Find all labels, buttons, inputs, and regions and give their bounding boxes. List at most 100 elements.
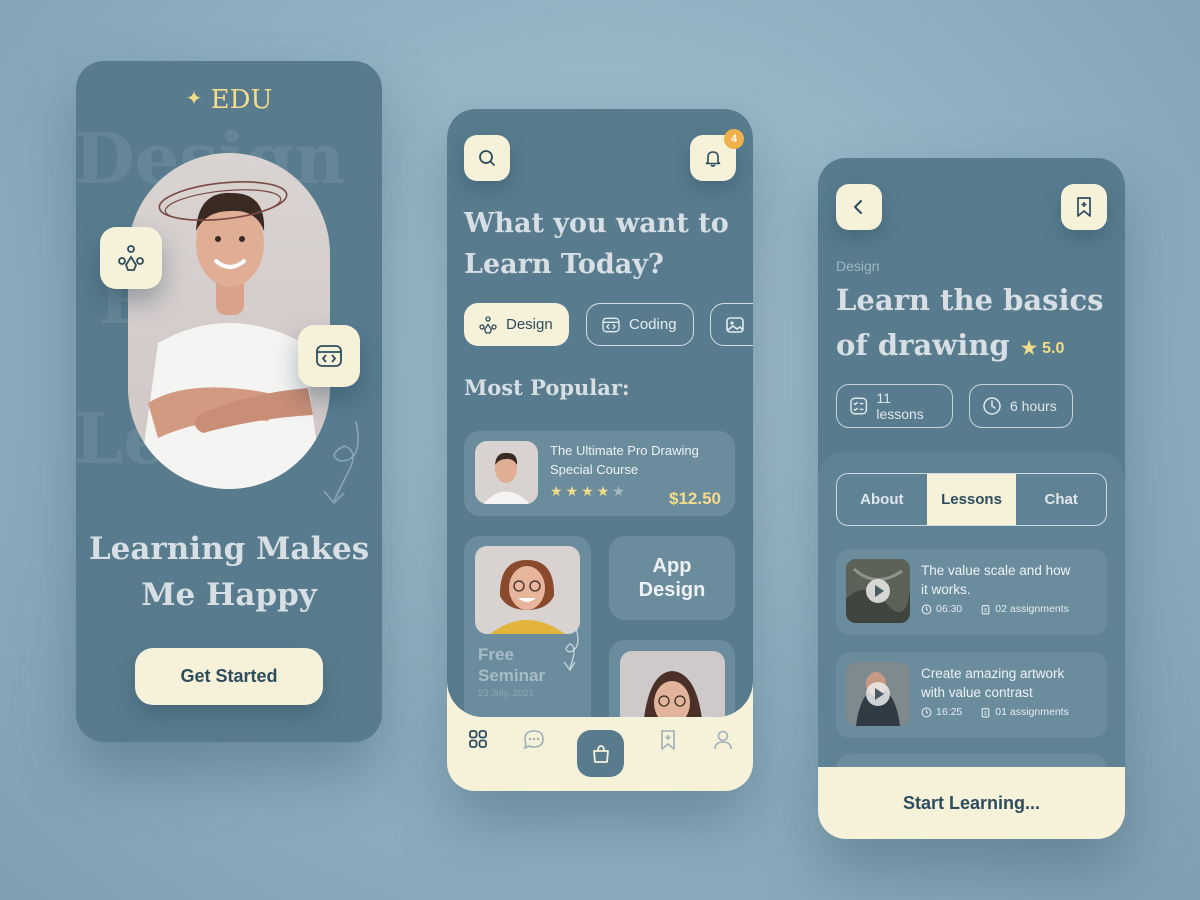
lesson-assignments: 02 assignments [995, 603, 1069, 615]
back-button[interactable] [836, 184, 882, 230]
lesson-title-line-2: with value contrast [921, 685, 1033, 700]
bookmark-button[interactable] [1061, 184, 1107, 230]
start-learning-button[interactable]: Start Learning... [818, 767, 1125, 839]
chat-icon [523, 730, 544, 750]
lesson-meta: 16:25 01 assignments [921, 706, 1069, 718]
woman-glasses-photo [644, 671, 702, 717]
home-content: 4 What you want to Learn Today? Design C… [447, 109, 753, 717]
lessons-count-label: 11 lessons [876, 390, 924, 422]
course-category: Design [836, 258, 880, 274]
hours-pill: 6 hours [969, 384, 1073, 428]
lessons-count-pill: 11 lessons [836, 384, 953, 428]
course-title-line-1: Learn the basics [836, 283, 1104, 317]
bag-icon [592, 744, 609, 763]
arrow-doodle [563, 628, 579, 672]
clipboard-icon [981, 604, 990, 614]
image-icon [726, 316, 744, 333]
lesson-duration: 16:25 [936, 706, 963, 718]
lesson-title-line-1: The value scale and how [921, 563, 1071, 578]
search-button[interactable] [464, 135, 510, 181]
code-window-icon [316, 345, 342, 367]
onboarding-screen: Design Pli Le ✦ EDU [76, 61, 382, 742]
app-design-line-1: App [652, 555, 692, 577]
checklist-icon [850, 397, 868, 415]
woman-photo [490, 560, 565, 634]
chevron-left-icon [854, 200, 862, 214]
lesson-duration: 06:30 [936, 603, 963, 615]
nav-bookmarks[interactable] [655, 729, 681, 751]
nav-shop[interactable] [577, 730, 624, 777]
notification-count-badge: 4 [724, 129, 744, 149]
course-title-line-2: Special Course [550, 462, 639, 477]
section-title-most-popular: Most Popular: [464, 375, 630, 400]
star-empty-icon: ★ [612, 483, 625, 499]
design-float-badge [100, 227, 162, 289]
star-filled-icon: ★ [550, 483, 563, 499]
lesson-title-line-1: Create amazing artwork [921, 666, 1065, 681]
lesson-title: Create amazing artwork with value contra… [921, 664, 1097, 702]
star-icon: ★ [1021, 338, 1038, 358]
course-thumbnail [475, 441, 538, 504]
logo-text: EDU [210, 85, 273, 115]
star-filled-icon: ★ [596, 483, 610, 499]
popular-course-card[interactable]: The Ultimate Pro Drawing Special Course … [464, 431, 735, 516]
hours-label: 6 hours [1010, 398, 1057, 414]
profile-icon [714, 730, 732, 750]
course-detail-screen: Design Learn the basics of drawing ★ 5.0… [818, 158, 1125, 839]
tab-about[interactable]: About [837, 474, 927, 525]
seminar-title-line-2: Seminar [478, 666, 546, 685]
hero-portrait [128, 153, 330, 489]
code-window-icon [602, 317, 620, 332]
grid-icon [469, 730, 487, 748]
curly-arrow-doodle [323, 421, 359, 505]
sparkle-icon: ✦ [185, 86, 203, 110]
instructor-photo [483, 452, 530, 504]
course-title-line-1: The Ultimate Pro Drawing [550, 443, 699, 458]
lesson-item[interactable]: The value scale and how it works. 06:30 … [836, 549, 1107, 635]
bookmark-icon [661, 730, 675, 750]
design-tool-icon [479, 315, 497, 334]
nav-profile[interactable] [710, 729, 736, 751]
app-design-line-2: Design [638, 579, 706, 601]
lesson-assignments: 01 assignments [995, 706, 1069, 718]
course-rating: ★ 5.0 [1021, 338, 1064, 359]
seminar-title: Free Seminar [478, 644, 545, 686]
course-tabs: About Lessons Chat [836, 473, 1107, 526]
course-card-partial[interactable] [609, 640, 735, 717]
headline-line-1: Learning Makes [88, 531, 370, 567]
seminar-thumbnail [475, 546, 580, 634]
app-design-card[interactable]: App Design [609, 536, 735, 620]
code-float-badge [298, 325, 360, 387]
seminar-date: 23 July, 2021 [478, 688, 534, 699]
lesson-title: The value scale and how it works. [921, 561, 1097, 599]
clock-icon [921, 604, 932, 614]
app-logo: ✦ EDU [76, 85, 382, 115]
artist-photo [846, 662, 910, 726]
category-chip-label: Coding [629, 316, 677, 333]
headline-line-2: Me Happy [141, 577, 317, 613]
clipboard-icon [981, 707, 990, 717]
star-filled-icon: ★ [581, 483, 594, 499]
search-icon [479, 150, 495, 166]
lesson-item[interactable]: Create amazing artwork with value contra… [836, 652, 1107, 738]
nav-chat[interactable] [521, 729, 547, 751]
category-chip-label: Design [506, 316, 553, 333]
halo-sketch [158, 181, 288, 221]
drawing-photo [846, 559, 910, 623]
rating-value: 5.0 [1042, 339, 1065, 357]
lesson-thumbnail [846, 662, 910, 726]
design-tool-icon [118, 245, 144, 271]
free-seminar-card[interactable]: Free Seminar 23 July, 2021 [464, 536, 591, 717]
course-card-thumbnail [620, 651, 725, 717]
category-chip-image[interactable] [710, 303, 753, 346]
course-rating-stars: ★ ★ ★ ★ ★ [550, 483, 625, 500]
get-started-button[interactable]: Get Started [135, 648, 323, 705]
clock-icon [983, 397, 1001, 415]
tab-chat[interactable]: Chat [1016, 474, 1106, 525]
category-chip-design[interactable]: Design [464, 303, 569, 346]
tab-lessons[interactable]: Lessons [926, 474, 1017, 525]
category-chip-coding[interactable]: Coding [586, 303, 694, 346]
nav-home[interactable] [465, 729, 491, 749]
onboarding-headline: Learning Makes Me Happy [76, 526, 382, 618]
question-line-2: Learn Today? [464, 249, 664, 280]
